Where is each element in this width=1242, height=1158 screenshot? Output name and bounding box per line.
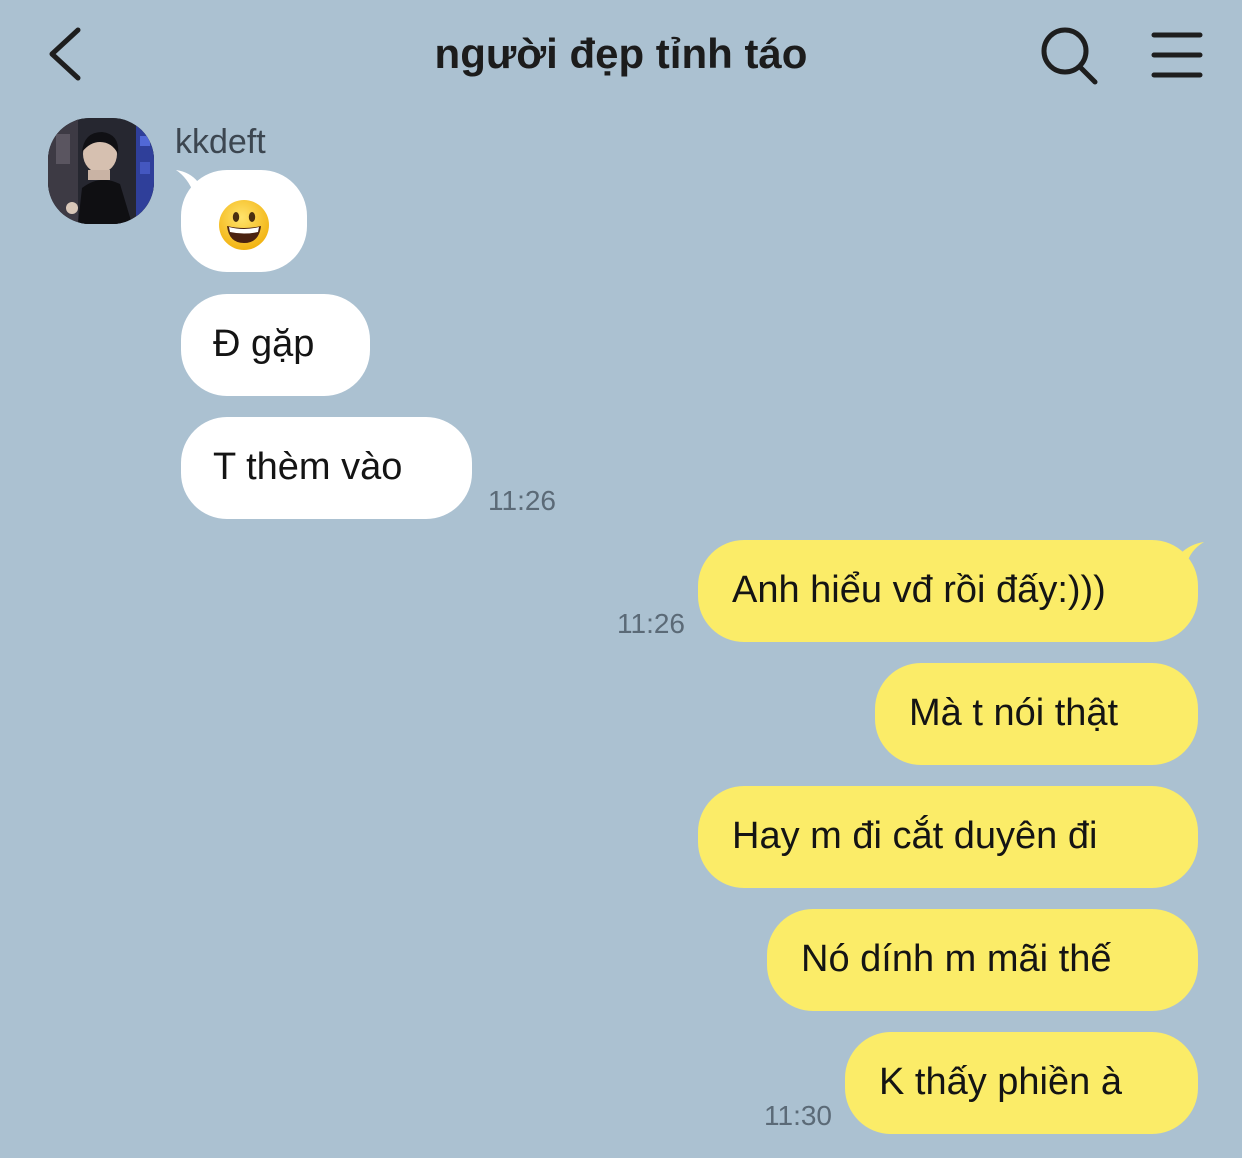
incoming-message[interactable]: Đ gặp [181, 294, 370, 396]
chat-header: người đẹp tỉnh táo [0, 0, 1242, 108]
incoming-message[interactable]: T thèm vào [181, 417, 472, 519]
outgoing-message[interactable]: Mà t nói thật [875, 663, 1198, 765]
back-button[interactable] [38, 20, 102, 88]
outgoing-message[interactable]: Hay m đi cắt duyên đi [698, 786, 1198, 888]
outgoing-message[interactable]: Anh hiểu vđ rồi đấy:))) [698, 540, 1198, 642]
search-button[interactable] [1032, 20, 1104, 92]
outgoing-message[interactable]: Nó dính m mãi thế [767, 909, 1198, 1011]
outgoing-bubble-tail [1180, 542, 1204, 566]
menu-button[interactable] [1142, 22, 1212, 88]
grinning-face-emoji [219, 200, 269, 250]
hamburger-menu-icon [1151, 32, 1203, 78]
outgoing-message[interactable]: K thấy phiền à [845, 1032, 1198, 1134]
search-icon [1041, 27, 1098, 85]
message-timestamp: 11:26 [488, 485, 556, 516]
chat-title: người đẹp tỉnh táo [434, 30, 808, 77]
avatar[interactable] [48, 118, 154, 224]
message-timestamp: 11:30 [764, 1100, 832, 1131]
message-timestamp: 11:26 [617, 608, 685, 639]
chevron-left-icon [49, 27, 81, 81]
avatar-photo [48, 118, 154, 224]
sender-name: kkdeft [175, 123, 266, 161]
incoming-message-emoji[interactable] [181, 170, 307, 272]
